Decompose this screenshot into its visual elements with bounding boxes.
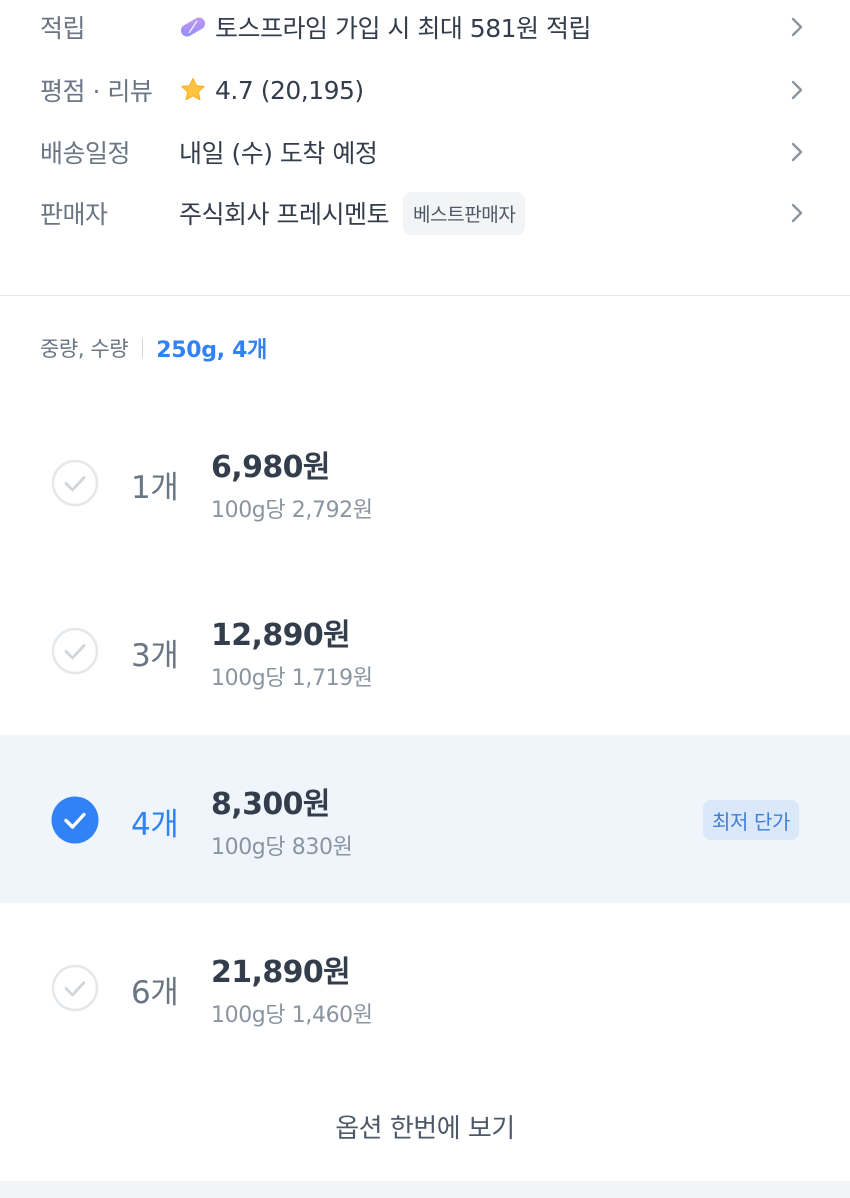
- rating-text: 4.7 (20,195): [215, 75, 364, 105]
- option-header-label: 중량, 수량: [40, 337, 129, 361]
- unchecked-circle-icon[interactable]: [51, 964, 99, 1012]
- option-quantity: 4개: [131, 807, 179, 843]
- section-divider: [0, 295, 850, 296]
- chevron-right-icon: [786, 3, 808, 51]
- info-label-rating: 평점 · 리뷰: [40, 77, 153, 106]
- info-row-delivery[interactable]: 배송일정 내일 (수) 도착 예정: [0, 128, 850, 176]
- option-quantity: 1개: [131, 470, 179, 506]
- info-label-points: 적립: [40, 14, 86, 43]
- info-row-points[interactable]: 적립 토스프라임 가입 시 최대 581원 적립: [0, 3, 850, 51]
- option-item-6[interactable]: 6개 21,890원 100g당 1,460원: [0, 903, 850, 1071]
- chevron-right-icon: [786, 128, 808, 176]
- toss-prime-icon: [179, 13, 207, 41]
- view-all-options-button[interactable]: 옵션 한번에 보기: [0, 1098, 850, 1154]
- points-text: 토스프라임 가입 시 최대 581원 적립: [215, 14, 591, 43]
- chevron-right-icon: [786, 189, 808, 237]
- bottom-separator-band: [0, 1181, 850, 1198]
- product-info-section: 적립 토스프라임 가입 시 최대 581원 적립 평점 · 리뷰 4.7 (20…: [0, 0, 850, 296]
- delivery-text: 내일 (수) 도착 예정: [179, 139, 378, 168]
- info-value-rating: 4.7 (20,195): [179, 76, 364, 105]
- info-value-seller: 주식회사 프레시멘토 베스트판매자: [179, 191, 526, 235]
- option-unit-price: 100g당 830원: [211, 835, 353, 860]
- option-unit-price: 100g당 2,792원: [211, 498, 373, 523]
- unchecked-circle-icon[interactable]: [51, 627, 99, 675]
- checked-circle-icon[interactable]: [51, 796, 99, 844]
- option-header: 중량, 수량 250g, 4개: [40, 330, 267, 366]
- option-item-1[interactable]: 1개 6,980원 100g당 2,792원: [0, 398, 850, 566]
- option-quantity: 6개: [131, 975, 179, 1011]
- info-label-seller: 판매자: [40, 200, 108, 229]
- info-value-points: 토스프라임 가입 시 최대 581원 적립: [179, 9, 591, 45]
- info-label-delivery: 배송일정: [40, 139, 131, 168]
- option-unit-price: 100g당 1,460원: [211, 1003, 373, 1028]
- best-seller-badge: 베스트판매자: [402, 191, 526, 235]
- option-unit-price: 100g당 1,719원: [211, 666, 373, 691]
- option-header-value: 250g, 4개: [156, 338, 268, 363]
- option-price: 6,980원: [211, 450, 331, 485]
- option-price: 21,890원: [211, 955, 351, 990]
- info-row-seller[interactable]: 판매자 주식회사 프레시멘토 베스트판매자: [0, 189, 850, 237]
- chevron-right-icon: [786, 66, 808, 114]
- seller-name: 주식회사 프레시멘토: [179, 200, 389, 229]
- option-item-4[interactable]: 4개 8,300원 100g당 830원 최저 단가: [0, 735, 850, 903]
- option-quantity: 3개: [131, 638, 179, 674]
- option-price: 12,890원: [211, 618, 351, 653]
- info-row-rating[interactable]: 평점 · 리뷰 4.7 (20,195): [0, 66, 850, 114]
- option-header-separator: [142, 338, 144, 358]
- star-icon: [179, 76, 207, 104]
- unchecked-circle-icon[interactable]: [51, 459, 99, 507]
- option-price: 8,300원: [211, 787, 331, 822]
- option-item-3[interactable]: 3개 12,890원 100g당 1,719원: [0, 566, 850, 734]
- lowest-unit-price-badge: 최저 단가: [703, 800, 799, 840]
- info-value-delivery: 내일 (수) 도착 예정: [179, 134, 378, 170]
